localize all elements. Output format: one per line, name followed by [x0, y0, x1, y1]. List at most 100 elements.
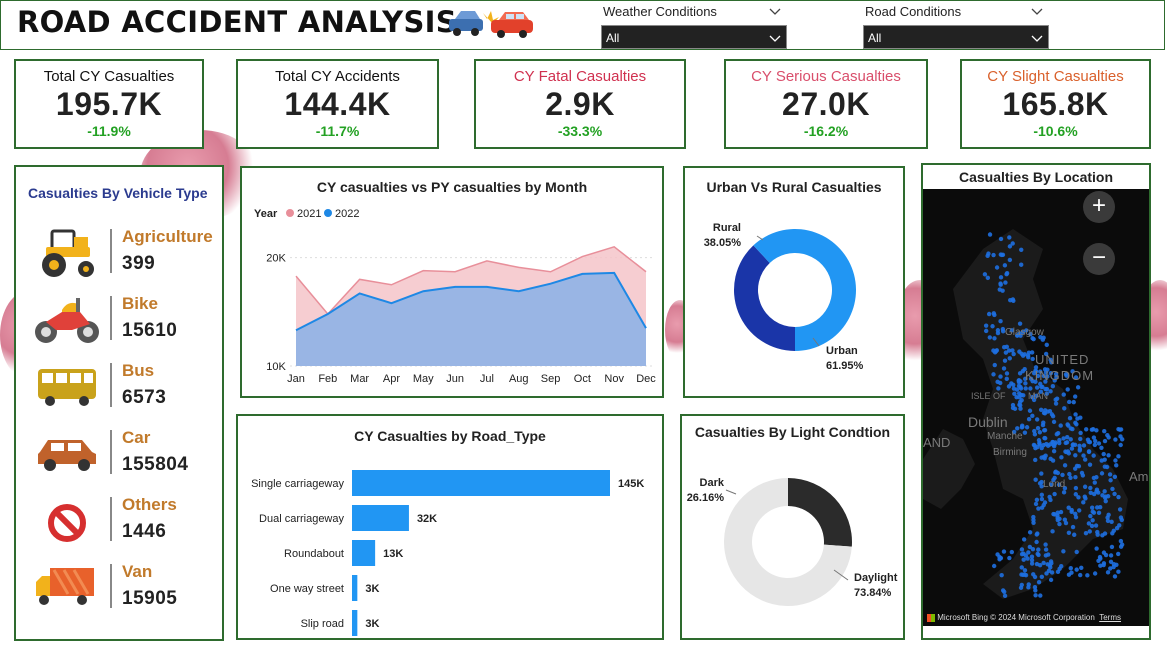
map-point — [1036, 579, 1042, 585]
map-point — [1043, 553, 1049, 558]
map-point — [1096, 441, 1102, 446]
kpi-value: 165.8K — [1002, 86, 1109, 122]
map-terms-link[interactable]: Terms — [1099, 613, 1121, 622]
chevron-down-icon[interactable] — [769, 5, 781, 17]
map-point — [1113, 437, 1118, 442]
light-condition-panel[interactable]: Casualties By Light Condtion Dark 26.16%… — [680, 414, 905, 640]
legend-swatch-2022 — [324, 209, 332, 217]
vehicle-row-van[interactable]: Van 15905 — [32, 558, 222, 616]
map-point — [1051, 419, 1057, 425]
map-point — [1091, 491, 1097, 497]
map-point — [1035, 425, 1041, 431]
kpi-value: 2.9K — [545, 86, 615, 122]
weather-select[interactable]: All — [601, 25, 787, 49]
vehicle-label: Bike — [122, 294, 158, 313]
location-map-panel[interactable]: Casualties By Location + − Glasgow UNITE… — [921, 163, 1151, 640]
road-select-value: All — [868, 31, 882, 45]
map-point — [1073, 492, 1079, 497]
map-point — [1093, 523, 1099, 528]
zoom-out-button[interactable]: − — [1083, 243, 1115, 275]
chevron-down-icon[interactable] — [1031, 5, 1043, 17]
map-point — [1026, 350, 1032, 355]
vehicle-label: Agriculture — [122, 227, 213, 246]
map-point — [1039, 505, 1045, 510]
kpi-card-slight-casualties[interactable]: CY Slight Casualties 165.8K -10.6% — [960, 59, 1151, 149]
map-point — [1029, 557, 1035, 563]
map-point — [1114, 463, 1119, 468]
zoom-in-button[interactable]: + — [1083, 191, 1115, 223]
map-point — [998, 281, 1003, 286]
map-point — [1019, 565, 1024, 570]
map-point — [1053, 470, 1058, 475]
y-tick-label: 10K — [266, 361, 286, 373]
uk-map[interactable]: + − Glasgow UNITED KINGDOM ISLE OF MAN D… — [923, 189, 1149, 626]
donut-slice-rural[interactable] — [734, 245, 795, 351]
map-point — [998, 275, 1004, 280]
map-point — [1068, 475, 1073, 480]
map-point — [1010, 241, 1015, 246]
bar-roundabout[interactable] — [352, 540, 376, 566]
kpi-card-serious-casualties[interactable]: CY Serious Casualties 27.0K -16.2% — [724, 59, 928, 149]
map-point — [998, 380, 1003, 386]
urban-rural-panel[interactable]: Urban Vs Rural Casualties Rural 38.05% U… — [683, 166, 905, 398]
bar-dual-carriageway[interactable] — [352, 505, 409, 531]
map-point — [1069, 446, 1075, 451]
map-point — [1050, 384, 1056, 389]
x-tick-label: Dec — [636, 373, 656, 385]
map-label-and: AND — [923, 435, 951, 450]
legend-title: Year — [254, 208, 278, 220]
map-point — [1018, 393, 1024, 398]
map-point — [1057, 440, 1062, 446]
vehicle-row-agriculture[interactable]: Agriculture 399 — [32, 223, 222, 281]
x-tick-label: Apr — [383, 373, 400, 385]
map-copyright: © 2024 Microsoft Corporation — [990, 613, 1095, 622]
map-point — [992, 336, 997, 341]
map-point — [1048, 389, 1053, 394]
road-conditions-slicer[interactable]: Road Conditions All — [863, 3, 1049, 49]
map-point — [1030, 413, 1035, 419]
map-title: Casualties By Location — [958, 169, 1114, 185]
kpi-card-total-accidents[interactable]: Total CY Accidents 144.4K -11.7% — [236, 59, 439, 149]
kpi-change: -11.7% — [315, 123, 360, 139]
donut-slice-dark[interactable] — [788, 478, 852, 547]
map-point — [1064, 449, 1069, 455]
kpi-change: -16.2% — [803, 123, 849, 139]
vehicle-type-panel: Casualties By Vehicle Type Agriculture 3… — [14, 165, 224, 641]
road-type-chart[interactable]: CY Casualties by Road_Type Single carria… — [236, 414, 664, 640]
map-point — [1072, 394, 1078, 399]
map-point — [994, 265, 1000, 270]
vehicle-row-bus[interactable]: Bus 6573 — [32, 357, 222, 415]
map-point — [1099, 445, 1104, 450]
road-select[interactable]: All — [863, 25, 1049, 49]
bar-one-way-street[interactable] — [352, 575, 358, 601]
map-point — [1039, 455, 1044, 460]
bar-slip-road[interactable] — [352, 610, 358, 636]
kpi-card-fatal-casualties[interactable]: CY Fatal Casualties 2.9K -33.3% — [474, 59, 686, 149]
map-point — [1118, 442, 1123, 448]
kpi-card-total-casualties[interactable]: Total CY Casualties 195.7K -11.9% — [14, 59, 204, 149]
area-chart-svg: Year 2021 2022 Jan Feb Mar Apr May Jun Jul Aug S… — [254, 208, 656, 385]
map-point — [1002, 263, 1008, 268]
vehicle-row-bike[interactable]: Bike 15610 — [32, 290, 222, 348]
map-point — [1108, 478, 1113, 483]
map-point — [1071, 399, 1076, 405]
donut-pct-daylight: 73.84% — [854, 587, 892, 599]
monthly-casualties-chart[interactable]: CY casualties vs PY casualties by Month … — [240, 166, 664, 398]
map-point — [1024, 425, 1030, 430]
map-point — [1036, 506, 1041, 511]
vehicle-value: 15610 — [122, 320, 178, 341]
map-point — [1045, 443, 1051, 448]
vehicle-row-others[interactable]: Others 1446 — [32, 491, 222, 549]
bar-single-carriageway[interactable] — [352, 470, 610, 496]
map-point — [1002, 593, 1008, 599]
map-point — [1102, 489, 1107, 494]
map-point — [1038, 593, 1043, 598]
vehicle-label: Bus — [122, 361, 155, 380]
map-label-uk: KINGDOM — [1025, 368, 1095, 383]
vehicle-label: Car — [122, 428, 151, 447]
chart-title: Casualties By Light Condtion — [694, 424, 891, 440]
weather-conditions-slicer[interactable]: Weather Conditions All — [601, 3, 787, 49]
map-point — [1099, 458, 1104, 463]
map-point — [1099, 471, 1105, 476]
vehicle-row-car[interactable]: Car 155804 — [32, 424, 222, 482]
